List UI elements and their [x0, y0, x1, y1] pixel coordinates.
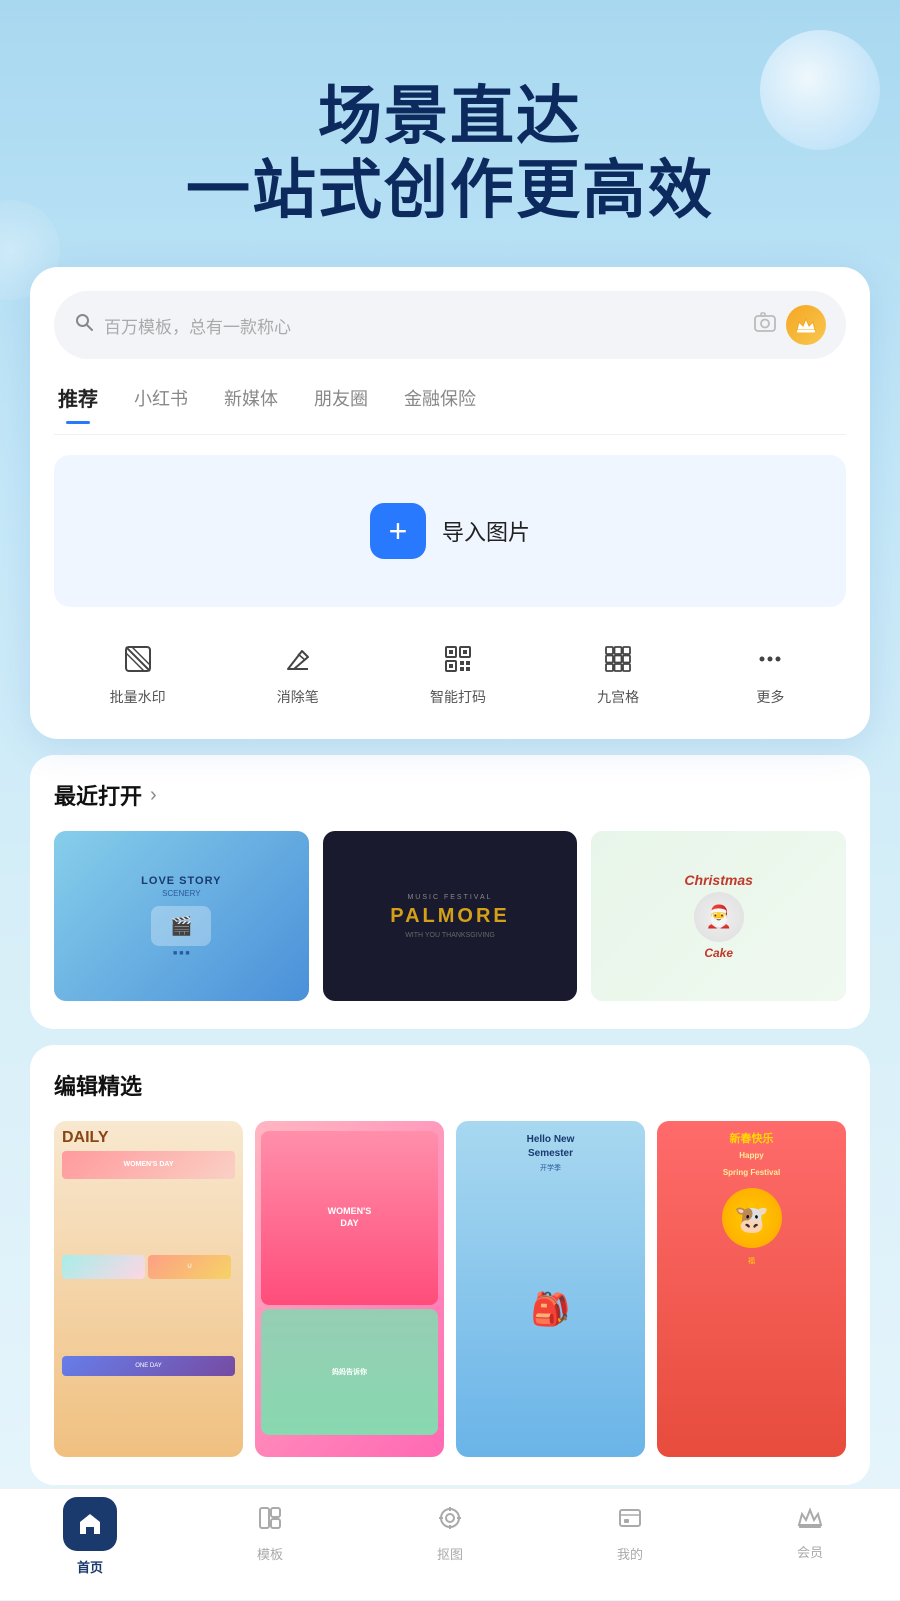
tool-ninegrid[interactable]: 九宫格	[597, 639, 639, 707]
christmas-title: Christmas	[684, 872, 752, 888]
editor-thumb-womens-day[interactable]: WOMEN'SDAY 妈妈告诉你	[255, 1121, 444, 1457]
import-plus-icon: +	[370, 503, 426, 559]
nav-template-label: 模板	[257, 1544, 283, 1563]
eraser-icon	[278, 639, 318, 679]
tool-eraser[interactable]: 消除笔	[277, 639, 319, 707]
womens-day-text: WOMEN'SDAY	[328, 1206, 372, 1229]
nav-vip[interactable]: 会员	[770, 1505, 850, 1576]
palmore-text: PALMORE	[390, 905, 510, 928]
nav-cutout-label: 抠图	[437, 1544, 463, 1563]
spring-festival-text: 新春快乐HappySpring Festival	[723, 1131, 780, 1181]
recent-grid: LOVE STORY SCENERY 🎬 ■ ■ ■ MUSIC FESTIVA…	[54, 831, 846, 1001]
import-label: 导入图片	[442, 515, 530, 547]
more-label: 更多	[756, 687, 784, 707]
tab-xiaohongshu[interactable]: 小红书	[134, 385, 188, 417]
recent-thumb-palmore[interactable]: MUSIC FESTIVAL PALMORE WITH YOU THANKSGI…	[323, 831, 578, 1001]
recent-header: 最近打开 ›	[54, 779, 846, 811]
recent-thumb-love-story[interactable]: LOVE STORY SCENERY 🎬 ■ ■ ■	[54, 831, 309, 1001]
recent-title: 最近打开	[54, 779, 142, 811]
hero-title: 场景直达 一站式创作更高效	[40, 80, 860, 227]
editor-picks-section: 编辑精选 DAILY WOMEN'S DAY U ONE DAY WOMEN'S…	[30, 1045, 870, 1485]
eraser-label: 消除笔	[277, 687, 319, 707]
nav-home[interactable]: 首页	[50, 1505, 130, 1576]
tool-watermark[interactable]: 批量水印	[110, 639, 166, 707]
tab-newmedia[interactable]: 新媒体	[224, 385, 278, 417]
nav-cutout[interactable]: 抠图	[410, 1505, 490, 1576]
vip-icon	[797, 1505, 823, 1536]
tool-more[interactable]: 更多	[750, 639, 790, 707]
editor-thumb-hello-semester[interactable]: Hello NewSemester 开学季 🎒	[456, 1121, 645, 1457]
love-story-subtitle: SCENERY	[162, 889, 201, 898]
nav-home-label: 首页	[77, 1557, 103, 1576]
nav-vip-label: 会员	[797, 1542, 823, 1561]
camera-icon[interactable]	[754, 312, 776, 338]
tab-moments[interactable]: 朋友圈	[314, 385, 368, 417]
search-icon	[74, 312, 94, 338]
tool-qrcode[interactable]: 智能打码	[430, 639, 486, 707]
editor-thumb-spring-festival[interactable]: 新春快乐HappySpring Festival 🐮 福	[657, 1121, 846, 1457]
bottom-nav: 首页 模板 抠图	[0, 1488, 900, 1600]
qrcode-label: 智能打码	[430, 687, 486, 707]
home-icon	[63, 1497, 117, 1551]
daily-label: DAILY	[62, 1129, 235, 1147]
tools-row: 批量水印 消除笔	[54, 627, 846, 711]
cutout-icon	[437, 1505, 463, 1538]
nav-mine-label: 我的	[617, 1544, 643, 1563]
tab-recommend[interactable]: 推荐	[58, 383, 98, 418]
tab-finance[interactable]: 金融保险	[404, 385, 476, 417]
watermark-label: 批量水印	[110, 687, 166, 707]
love-story-title: LOVE STORY	[141, 875, 221, 887]
editor-picks-title: 编辑精选	[54, 1069, 142, 1101]
mine-icon	[617, 1505, 643, 1538]
recent-section: 最近打开 › LOVE STORY SCENERY 🎬 ■ ■ ■ MUSIC …	[30, 755, 870, 1029]
search-bar[interactable]: 百万模板，总有一款称心	[54, 291, 846, 359]
category-tabs: 推荐 小红书 新媒体 朋友圈 金融保险	[54, 383, 846, 435]
ninegrid-icon	[598, 639, 638, 679]
vip-crown-button[interactable]	[786, 305, 826, 345]
main-card: 百万模板，总有一款称心 推荐 小红书 新媒体 朋友圈 金融保险 + 导入图片	[30, 267, 870, 739]
template-icon	[257, 1505, 283, 1538]
editor-grid: DAILY WOMEN'S DAY U ONE DAY WOMEN'SDAY 妈…	[54, 1121, 846, 1457]
editor-picks-header: 编辑精选	[54, 1069, 846, 1101]
qrcode-icon	[438, 639, 478, 679]
watermark-icon	[118, 639, 158, 679]
nav-mine[interactable]: 我的	[590, 1505, 670, 1576]
ninegrid-label: 九宫格	[597, 687, 639, 707]
christmas-cake: Cake	[704, 946, 733, 960]
hello-semester-text: Hello NewSemester	[527, 1133, 575, 1161]
hero-section: 场景直达 一站式创作更高效	[0, 0, 900, 267]
nav-template[interactable]: 模板	[230, 1505, 310, 1576]
import-area[interactable]: + 导入图片	[54, 455, 846, 607]
editor-thumb-daily[interactable]: DAILY WOMEN'S DAY U ONE DAY	[54, 1121, 243, 1457]
recent-thumb-christmas[interactable]: Christmas 🎅 Cake	[591, 831, 846, 1001]
recent-arrow-icon[interactable]: ›	[150, 784, 157, 807]
more-icon	[750, 639, 790, 679]
search-placeholder-text: 百万模板，总有一款称心	[104, 313, 744, 338]
